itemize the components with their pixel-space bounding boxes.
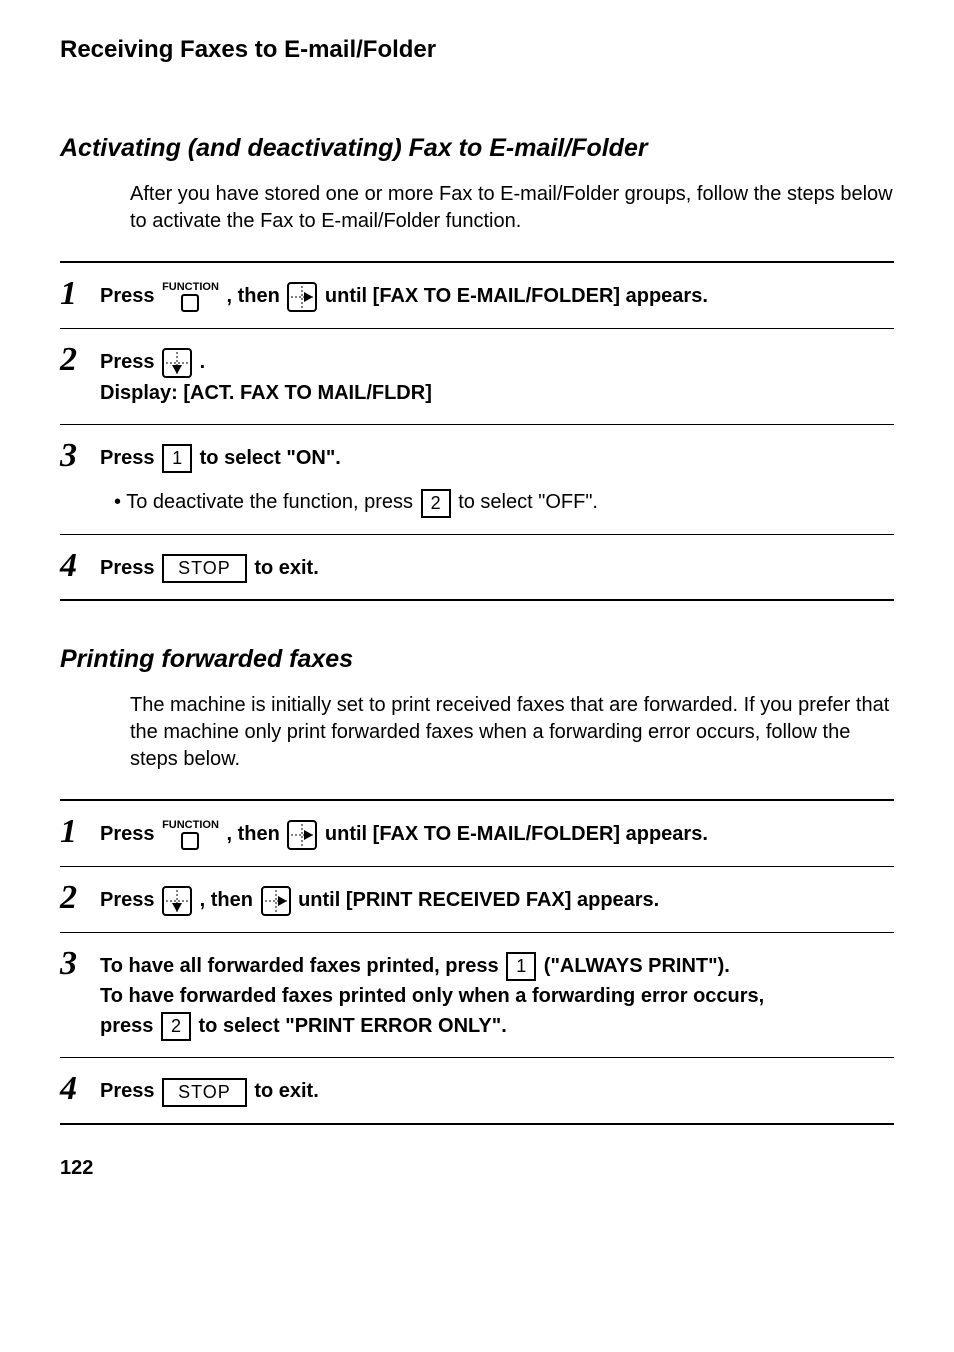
step-a3: 3 Press 1 to select "ON". To deactivate … bbox=[60, 425, 894, 534]
step-number: 3 bbox=[60, 947, 100, 981]
running-head: Receiving Faxes to E-mail/Folder bbox=[60, 36, 894, 64]
text: , then bbox=[226, 285, 285, 307]
text: Press bbox=[100, 823, 160, 845]
text: to select "PRINT ERROR ONLY". bbox=[199, 1015, 507, 1037]
step-body: To have all forwarded faxes printed, pre… bbox=[100, 947, 894, 1041]
step-number: 1 bbox=[60, 277, 100, 311]
step-b4: 4 Press STOP to exit. bbox=[60, 1058, 894, 1124]
page-number: 122 bbox=[60, 1157, 894, 1180]
page: Receiving Faxes to E-mail/Folder Activat… bbox=[0, 0, 954, 1220]
text: ("ALWAYS PRINT"). bbox=[544, 955, 730, 977]
right-arrow-key-icon bbox=[261, 885, 291, 916]
text: until [FAX TO E-MAIL/FOLDER] appears. bbox=[325, 823, 708, 845]
text: , then bbox=[226, 823, 285, 845]
text: until [PRINT RECEIVED FAX] appears. bbox=[298, 889, 659, 911]
text: Press bbox=[100, 285, 160, 307]
text: Press bbox=[100, 557, 160, 579]
section-a-intro: After you have stored one or more Fax to… bbox=[130, 181, 894, 235]
text: , then bbox=[200, 889, 259, 911]
step-number: 2 bbox=[60, 881, 100, 915]
step-body: Press STOP to exit. bbox=[100, 549, 894, 583]
step-body: Press FUNCTION , then until [FAX TO E-MA… bbox=[100, 277, 894, 312]
text: until [FAX TO E-MAIL/FOLDER] appears. bbox=[325, 285, 708, 307]
step-body: Press 1 to select "ON". To deactivate th… bbox=[100, 439, 894, 517]
text: press bbox=[100, 1015, 159, 1037]
text: to select "OFF". bbox=[458, 491, 598, 513]
step-number: 3 bbox=[60, 439, 100, 473]
step-b3: 3 To have all forwarded faxes printed, p… bbox=[60, 933, 894, 1058]
step-a4: 4 Press STOP to exit. bbox=[60, 535, 894, 601]
section-a-title: Activating (and deactivating) Fax to E-m… bbox=[60, 134, 894, 163]
step-number: 1 bbox=[60, 815, 100, 849]
text: Press bbox=[100, 1080, 160, 1102]
stop-key-icon: STOP bbox=[162, 1078, 247, 1107]
text: to exit. bbox=[254, 1080, 318, 1102]
step-number: 4 bbox=[60, 1072, 100, 1106]
text: To deactivate the function, press bbox=[126, 491, 418, 513]
text: To have all forwarded faxes printed, pre… bbox=[100, 955, 504, 977]
stop-key-icon: STOP bbox=[162, 554, 247, 583]
down-arrow-key-icon bbox=[162, 885, 192, 916]
text: . bbox=[200, 351, 206, 373]
text: Press bbox=[100, 447, 160, 469]
step-a1: 1 Press FUNCTION , then until [FAX TO E-… bbox=[60, 263, 894, 329]
step-body: Press FUNCTION , then until [FAX TO E-MA… bbox=[100, 815, 894, 850]
step-body: Press STOP to exit. bbox=[100, 1072, 894, 1106]
function-key-icon: FUNCTION bbox=[162, 282, 219, 312]
digit-1-key-icon: 1 bbox=[506, 952, 536, 981]
function-key-label: FUNCTION bbox=[162, 282, 219, 293]
sub-bullet: To deactivate the function, press 2 to s… bbox=[114, 487, 894, 517]
right-arrow-key-icon bbox=[287, 281, 317, 312]
step-a2: 2 Press . Display: [ACT. FAX TO MAIL/FLD… bbox=[60, 329, 894, 425]
text: Press bbox=[100, 351, 160, 373]
right-arrow-key-icon bbox=[287, 819, 317, 850]
text: to exit. bbox=[254, 557, 318, 579]
function-key-icon: FUNCTION bbox=[162, 820, 219, 850]
digit-2-key-icon: 2 bbox=[421, 489, 451, 518]
step-b2: 2 Press , then until [PRINT RECEIVED FAX… bbox=[60, 867, 894, 933]
step-body: Press . Display: [ACT. FAX TO MAIL/FLDR] bbox=[100, 343, 894, 408]
section-b-intro: The machine is initially set to print re… bbox=[130, 692, 894, 773]
section-a-steps: 1 Press FUNCTION , then until [FAX TO E-… bbox=[60, 261, 894, 601]
step-number: 4 bbox=[60, 549, 100, 583]
display-line: Display: [ACT. FAX TO MAIL/FLDR] bbox=[100, 378, 894, 408]
digit-1-key-icon: 1 bbox=[162, 444, 192, 473]
step-number: 2 bbox=[60, 343, 100, 377]
down-arrow-key-icon bbox=[162, 347, 192, 378]
section-b-title: Printing forwarded faxes bbox=[60, 645, 894, 674]
text: to select "ON". bbox=[200, 447, 341, 469]
step-b1: 1 Press FUNCTION , then until [FAX TO E-… bbox=[60, 801, 894, 867]
section-b-steps: 1 Press FUNCTION , then until [FAX TO E-… bbox=[60, 799, 894, 1125]
digit-2-key-icon: 2 bbox=[161, 1012, 191, 1041]
text: To have forwarded faxes printed only whe… bbox=[100, 981, 894, 1011]
text: Press bbox=[100, 889, 160, 911]
step-body: Press , then until [PRINT RECEIVED FAX] … bbox=[100, 881, 894, 916]
function-key-label: FUNCTION bbox=[162, 820, 219, 831]
